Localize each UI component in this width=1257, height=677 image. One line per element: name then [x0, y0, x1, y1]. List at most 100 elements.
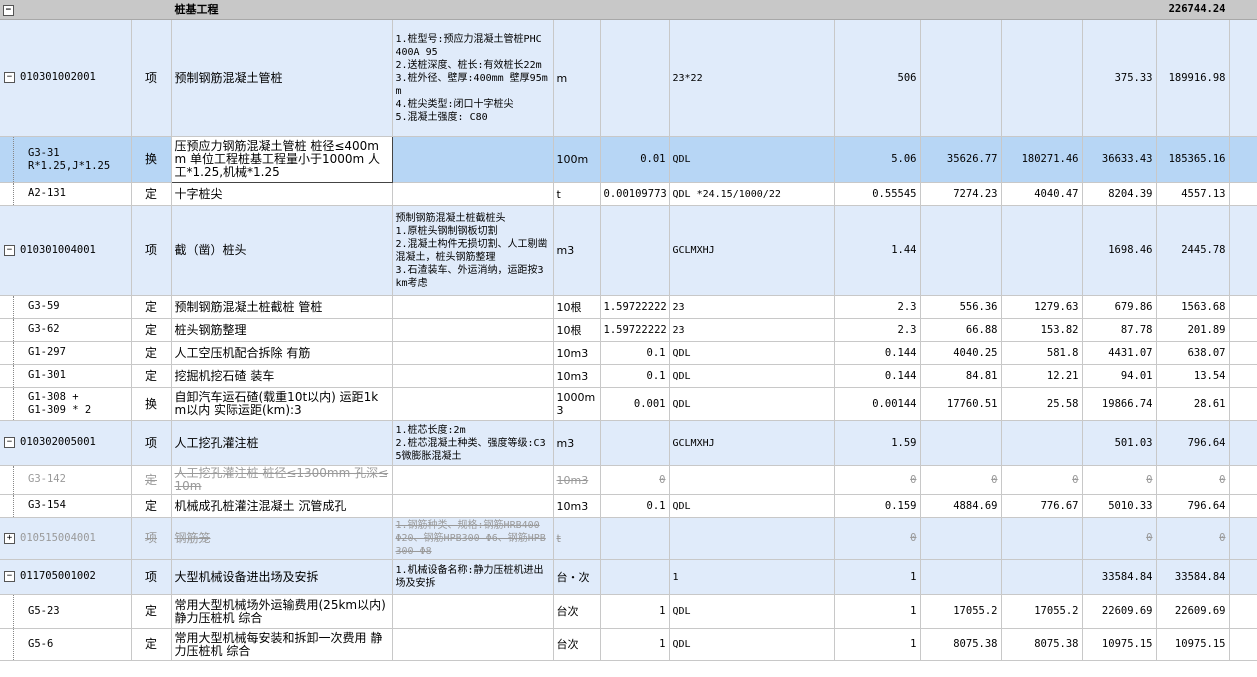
feature-cell[interactable]: 1.桩芯长度:2m 2.桩芯混凝土种类、强度等级:C35微膨胀混凝土 — [392, 420, 554, 466]
unit-cell[interactable]: t — [553, 182, 601, 206]
feature-cell[interactable] — [392, 136, 554, 183]
quantity-cell[interactable]: 0 — [834, 465, 921, 495]
quantity-cell[interactable]: 1.44 — [834, 205, 921, 296]
coefficient-cell[interactable] — [600, 205, 670, 296]
type-cell[interactable]: 换 — [131, 136, 172, 183]
quantity-cell[interactable]: 0 — [834, 517, 921, 560]
name-cell[interactable]: 压预应力钢筋混凝土管桩 桩径≤400mm 单位工程桩基工程量小于1000m 人工… — [170, 136, 393, 183]
expression-cell[interactable]: GCLMXHJ — [669, 420, 835, 466]
expression-cell[interactable]: QDL — [669, 387, 835, 421]
unit-cell[interactable]: 10m3 — [553, 465, 601, 495]
quantity-cell[interactable]: 0.55545 — [834, 182, 921, 206]
expand-icon[interactable]: + — [4, 532, 15, 544]
feature-cell[interactable] — [392, 494, 554, 518]
feature-cell[interactable]: 预制钢筋混凝土桩截桩头 1.原桩头钢制钢板切割 2.混凝土构件无损切割、人工剔凿… — [392, 205, 554, 296]
coefficient-cell[interactable]: 1.59722222 — [600, 295, 670, 319]
type-cell[interactable]: 换 — [131, 387, 172, 421]
table-row[interactable]: G3-142 定人工挖孔灌注桩 桩径≤1300mm 孔深≤10m 10m3 0 0 0 0 0… — [0, 465, 1257, 495]
coefficient-cell[interactable]: 0.00109773 — [600, 182, 670, 206]
coefficient-cell[interactable] — [600, 19, 670, 137]
table-row[interactable]: G3-62 定桩头钢筋整理 10根 1.59722222 23 2.3 66.88 153.8… — [0, 318, 1257, 342]
name-cell[interactable]: 机械成孔桩灌注混凝土 沉管成孔 — [171, 494, 393, 518]
type-cell[interactable]: 项 — [131, 420, 172, 466]
name-cell[interactable]: 人工挖孔灌注桩 — [171, 420, 393, 466]
unit-cell[interactable]: 台次 — [553, 594, 601, 629]
name-cell[interactable]: 人工空压机配合拆除 有筋 — [171, 341, 393, 365]
coefficient-cell[interactable]: 1 — [600, 594, 670, 629]
type-cell[interactable]: 项 — [131, 19, 172, 137]
name-cell[interactable]: 自卸汽车运石碴(载重10t以内) 运距1km以内 实际运距(km):3 — [171, 387, 393, 421]
unit-cell[interactable]: 台次 — [553, 628, 601, 661]
expression-cell[interactable]: QDL — [669, 136, 835, 183]
type-cell[interactable]: 定 — [131, 341, 172, 365]
expression-cell[interactable]: QDL — [669, 594, 835, 629]
name-cell[interactable]: 大型机械设备进出场及安拆 — [171, 559, 393, 595]
unit-cell[interactable]: 10根 — [553, 295, 601, 319]
type-cell[interactable]: 定 — [131, 364, 172, 388]
expression-cell[interactable] — [669, 465, 835, 495]
section-toggle-cell[interactable]: − — [0, 0, 132, 20]
type-cell[interactable]: 项 — [131, 205, 172, 296]
quantity-cell[interactable]: 0.159 — [834, 494, 921, 518]
expression-cell[interactable]: QDL — [669, 628, 835, 661]
quantity-cell[interactable]: 1 — [834, 628, 921, 661]
feature-cell[interactable] — [392, 594, 554, 629]
quantity-cell[interactable]: 506 — [834, 19, 921, 137]
coefficient-cell[interactable]: 0.1 — [600, 364, 670, 388]
name-cell[interactable]: 常用大型机械场外运输费用(25km以内) 静力压桩机 综合 — [171, 594, 393, 629]
table-row[interactable]: A2-131 定十字桩尖 t 0.00109773 QDL *24.15/1000/22… — [0, 182, 1257, 206]
expression-cell[interactable]: 1 — [669, 559, 835, 595]
code-cell[interactable]: G3-31 R*1.25,J*1.25 — [0, 136, 132, 183]
code-cell[interactable]: G3-62 — [0, 318, 132, 342]
expression-cell[interactable]: 23 — [669, 295, 835, 319]
coefficient-cell[interactable]: 0 — [600, 465, 670, 495]
code-cell[interactable]: G3-154 — [0, 494, 132, 518]
collapse-icon[interactable]: − — [4, 72, 15, 84]
code-cell[interactable]: G1-308 + G1-309 * 2 — [0, 387, 132, 421]
name-cell[interactable]: 挖掘机挖石碴 装车 — [171, 364, 393, 388]
code-cell[interactable]: G3-142 — [0, 465, 132, 495]
expression-cell[interactable]: QDL — [669, 364, 835, 388]
name-cell[interactable]: 人工挖孔灌注桩 桩径≤1300mm 孔深≤10m — [171, 465, 393, 495]
unit-cell[interactable]: 10m3 — [553, 494, 601, 518]
unit-cell[interactable]: t — [553, 517, 601, 560]
unit-cell[interactable]: 1000m3 — [553, 387, 601, 421]
table-row[interactable]: G3-154 定机械成孔桩灌注混凝土 沉管成孔 10m3 0.1 QDL 0.159 488… — [0, 494, 1257, 518]
coefficient-cell[interactable]: 0.1 — [600, 494, 670, 518]
table-row[interactable]: −010302005001 项人工挖孔灌注桩 1.桩芯长度:2m 2.桩芯混凝土种类… — [0, 420, 1257, 466]
code-cell[interactable]: G1-301 — [0, 364, 132, 388]
type-cell[interactable]: 项 — [131, 517, 172, 560]
type-cell[interactable]: 定 — [131, 594, 172, 629]
code-cell[interactable]: −010301004001 — [0, 205, 132, 296]
name-cell[interactable]: 桩头钢筋整理 — [171, 318, 393, 342]
unit-cell[interactable]: 10m3 — [553, 341, 601, 365]
coefficient-cell[interactable]: 0.01 — [600, 136, 670, 183]
expression-cell[interactable] — [669, 517, 835, 560]
table-row[interactable]: G1-308 + G1-309 * 2 换自卸汽车运石碴(载重10t以内) 运距1… — [0, 387, 1257, 421]
quantity-cell[interactable]: 0.144 — [834, 341, 921, 365]
collapse-icon[interactable]: − — [3, 4, 14, 16]
expression-cell[interactable]: QDL — [669, 341, 835, 365]
quantity-cell[interactable]: 0.00144 — [834, 387, 921, 421]
feature-cell[interactable] — [392, 465, 554, 495]
expression-cell[interactable]: 23*22 — [669, 19, 835, 137]
quantity-cell[interactable]: 1 — [834, 559, 921, 595]
quantity-cell[interactable]: 1 — [834, 594, 921, 629]
name-cell[interactable]: 十字桩尖 — [171, 182, 393, 206]
coefficient-cell[interactable] — [600, 420, 670, 466]
code-cell[interactable]: −011705001002 — [0, 559, 132, 595]
type-cell[interactable]: 定 — [131, 465, 172, 495]
unit-cell[interactable]: 100m — [553, 136, 601, 183]
collapse-icon[interactable]: − — [4, 437, 15, 449]
coefficient-cell[interactable] — [600, 517, 670, 560]
name-cell[interactable]: 常用大型机械每安装和拆卸一次费用 静力压桩机 综合 — [171, 628, 393, 661]
name-cell[interactable]: 截（凿）桩头 — [171, 205, 393, 296]
expression-cell[interactable]: QDL *24.15/1000/22 — [669, 182, 835, 206]
type-cell[interactable]: 定 — [131, 628, 172, 661]
quantity-cell[interactable]: 1.59 — [834, 420, 921, 466]
type-cell[interactable]: 定 — [131, 494, 172, 518]
type-cell[interactable]: 定 — [131, 318, 172, 342]
table-row[interactable]: G5-23 定常用大型机械场外运输费用(25km以内) 静力压桩机 综合 台次 1 QD… — [0, 594, 1257, 629]
feature-cell[interactable] — [392, 182, 554, 206]
name-cell[interactable]: 预制钢筋混凝土桩截桩 管桩 — [171, 295, 393, 319]
